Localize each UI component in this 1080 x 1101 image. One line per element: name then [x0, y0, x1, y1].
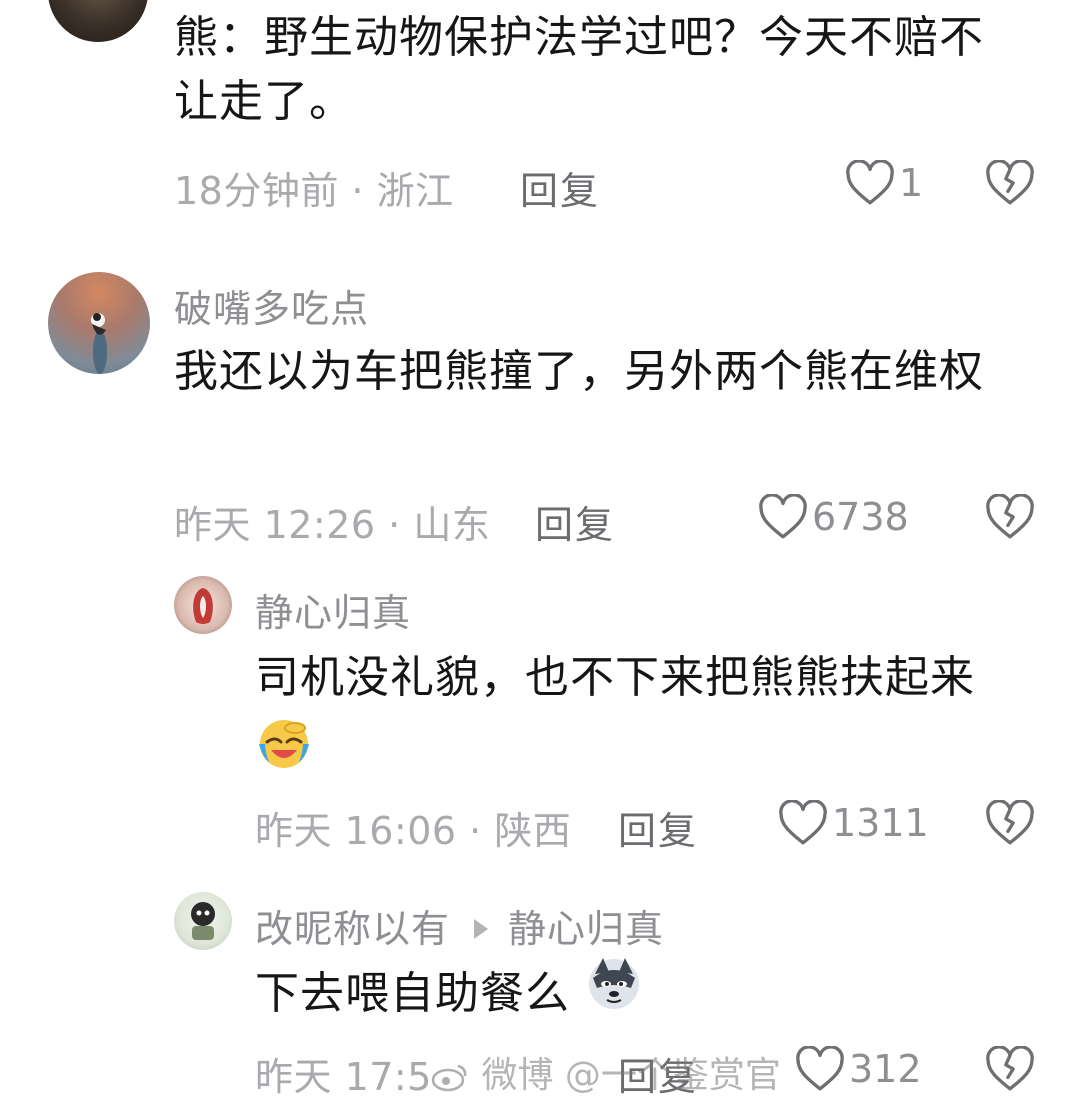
like-button[interactable]: 1	[845, 160, 923, 206]
dislike-button[interactable]	[985, 159, 1035, 210]
comment-text: 熊：野生动物保护法学过吧？今天不赔不让走了。	[174, 12, 984, 127]
like-button[interactable]: 6738	[758, 494, 909, 540]
cat-silhouette-icon	[91, 313, 107, 374]
username[interactable]: 改昵称以有 静心归真	[255, 898, 664, 953]
heart-icon	[779, 800, 827, 845]
reply-arrow-icon	[474, 918, 489, 939]
avatar[interactable]	[174, 892, 232, 950]
avatar[interactable]	[48, 0, 148, 42]
comment-time-location: 18分钟前 · 浙江	[174, 169, 454, 213]
heart-icon	[846, 160, 894, 205]
doge-wolf-emoji-icon	[585, 954, 643, 1030]
username[interactable]: 静心归真	[255, 582, 411, 637]
dislike-button[interactable]	[985, 799, 1035, 850]
dislike-button[interactable]	[985, 493, 1035, 544]
broken-heart-icon	[986, 1045, 1034, 1091]
like-count: 312	[849, 1047, 922, 1091]
heart-icon	[759, 494, 807, 539]
dislike-button[interactable]	[985, 1045, 1035, 1096]
reply-button[interactable]: 回复	[535, 494, 615, 549]
reply-button[interactable]: 回复	[520, 160, 600, 215]
heart-icon	[796, 1046, 844, 1091]
avatar[interactable]	[48, 272, 150, 374]
comment-text: 司机没礼貌，也不下来把熊熊扶起来	[255, 646, 1035, 790]
like-button[interactable]: 1311	[778, 800, 929, 846]
reply-author[interactable]: 改昵称以有	[255, 907, 450, 951]
like-count: 6738	[812, 495, 909, 539]
reply-button[interactable]: 回复	[618, 800, 698, 855]
reply-target[interactable]: 静心归真	[508, 907, 664, 951]
strawberry-icon	[193, 588, 213, 624]
avatar[interactable]	[174, 576, 232, 634]
comment-time-location: 昨天 16:06 · 陕西	[255, 809, 572, 853]
comment-text-body: 司机没礼貌，也不下来把熊熊扶起来	[255, 652, 975, 703]
watermark-text: 微博 @一个鉴赏官	[481, 1055, 781, 1096]
comment-text-body: 下去喂自助餐么	[255, 968, 570, 1019]
like-button[interactable]: 312	[795, 1046, 922, 1092]
comment-time-location: 昨天 12:26 · 山东	[174, 503, 491, 547]
username[interactable]: 破嘴多吃点	[174, 278, 369, 333]
crying-laughing-emoji-icon	[255, 714, 313, 790]
comment-text: 我还以为车把熊撞了，另外两个熊在维权	[174, 346, 984, 397]
watermark: 微博 @一个鉴赏官	[430, 1046, 781, 1098]
broken-heart-icon	[986, 493, 1034, 539]
broken-heart-icon	[986, 159, 1034, 205]
weibo-logo-icon	[431, 1064, 467, 1092]
like-count: 1311	[832, 801, 929, 845]
broken-heart-icon	[986, 799, 1034, 845]
like-count: 1	[899, 161, 924, 205]
comment-text: 下去喂自助餐么	[255, 958, 1035, 1030]
cartoon-character-icon	[191, 902, 215, 940]
